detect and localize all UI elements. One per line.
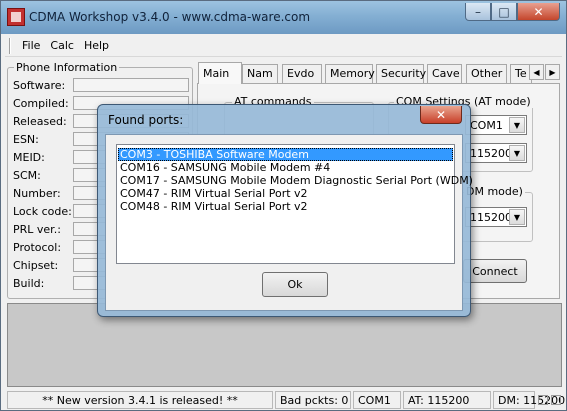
menu-file[interactable]: File — [17, 39, 45, 52]
menu-calc[interactable]: Calc — [45, 39, 79, 52]
chevron-down-icon: ▼ — [509, 209, 525, 225]
chipset-label: Chipset: — [13, 259, 59, 272]
port-item-com16[interactable]: COM16 - SAMSUNG Mobile Modem #4 — [118, 161, 453, 174]
port-item-com17[interactable]: COM17 - SAMSUNG Mobile Modem Diagnostic … — [118, 174, 473, 187]
window-title: CDMA Workshop v3.4.0 - www.cdma-ware.com — [29, 10, 311, 24]
com-port-value: COM1 — [470, 119, 503, 132]
ports-list[interactable]: COM3 - TOSHIBA Software Modem COM16 - SA… — [116, 144, 473, 264]
tab-memory[interactable]: Memory — [325, 64, 375, 83]
dialog-close-icon[interactable]: ✕ — [420, 106, 462, 124]
dm-baud-value: 115200 — [470, 211, 512, 224]
chevron-down-icon: ▼ — [509, 145, 525, 161]
connect-button[interactable]: Connect — [463, 259, 527, 283]
compiled-label: Compiled: — [13, 97, 69, 110]
tab-main[interactable]: Main — [198, 62, 242, 84]
app-icon — [7, 8, 25, 26]
port-item-com3[interactable]: COM3 - TOSHIBA Software Modem — [118, 148, 453, 161]
main-window: CDMA Workshop v3.4.0 - www.cdma-ware.com… — [0, 0, 567, 411]
build-label: Build: — [13, 277, 45, 290]
lock-code-label: Lock code: — [13, 205, 72, 218]
protocol-label: Protocol: — [13, 241, 62, 254]
prl-ver-label: PRL ver.: — [13, 223, 61, 236]
window-controls: – □ ✕ — [465, 3, 560, 21]
port-item-com48[interactable]: COM48 - RIM Virtual Serial Port v2 — [118, 200, 453, 213]
phone-info-title: Phone Information — [14, 61, 120, 74]
status-indicator-1 — [538, 395, 548, 405]
number-label: Number: — [13, 187, 61, 200]
dm-mode-label: DM mode) — [464, 185, 525, 198]
found-ports-dialog: Found ports: ✕ COM3 - TOSHIBA Software M… — [97, 104, 473, 317]
status-at-baud: AT: 115200 — [403, 391, 491, 409]
tab-cave[interactable]: Cave — [427, 64, 462, 83]
close-button[interactable]: ✕ — [517, 3, 560, 21]
tab-nam[interactable]: Nam — [242, 64, 278, 83]
status-dm-baud: DM: 115200 — [493, 391, 565, 409]
status-message: ** New version 3.4.1 is released! ** — [7, 391, 273, 409]
minimize-button[interactable]: – — [465, 3, 491, 21]
scm-label: SCM: — [13, 169, 41, 182]
released-label: Released: — [13, 115, 67, 128]
tab-evdo[interactable]: Evdo — [282, 64, 322, 83]
title-bar[interactable]: CDMA Workshop v3.4.0 - www.cdma-ware.com… — [1, 1, 566, 34]
ok-button[interactable]: Ok — [262, 272, 328, 297]
status-port: COM1 — [353, 391, 401, 409]
software-field[interactable] — [73, 78, 189, 92]
esn-label: ESN: — [13, 133, 39, 146]
tab-scroll-right-icon[interactable]: ▶ — [545, 64, 560, 80]
com-port-select[interactable]: COM1 ▼ — [465, 115, 527, 135]
baud-rate-select[interactable]: 115200 ▼ — [465, 143, 527, 163]
menu-grip — [9, 37, 11, 54]
port-item-com47[interactable]: COM47 - RIM Virtual Serial Port v2 — [118, 187, 453, 200]
meid-label: MEID: — [13, 151, 45, 164]
tab-scroll-left-icon[interactable]: ◀ — [529, 64, 544, 80]
status-bar: ** New version 3.4.1 is released! ** Bad… — [1, 389, 566, 410]
status-bad-packets: Bad pckts: 0 — [275, 391, 351, 409]
chevron-down-icon: ▼ — [509, 117, 525, 133]
status-indicator-2 — [551, 395, 561, 405]
dm-baud-select[interactable]: 115200 ▼ — [465, 207, 527, 227]
software-label: Software: — [13, 79, 66, 92]
maximize-button[interactable]: □ — [491, 3, 517, 21]
dialog-body: COM3 - TOSHIBA Software Modem COM16 - SA… — [105, 134, 473, 311]
menu-bar: File Calc Help — [5, 35, 562, 57]
baud-rate-value: 115200 — [470, 147, 512, 160]
dialog-title: Found ports: — [108, 113, 184, 127]
tab-other[interactable]: Other — [466, 64, 507, 83]
menu-help[interactable]: Help — [79, 39, 114, 52]
tab-security[interactable]: Security — [376, 64, 426, 83]
